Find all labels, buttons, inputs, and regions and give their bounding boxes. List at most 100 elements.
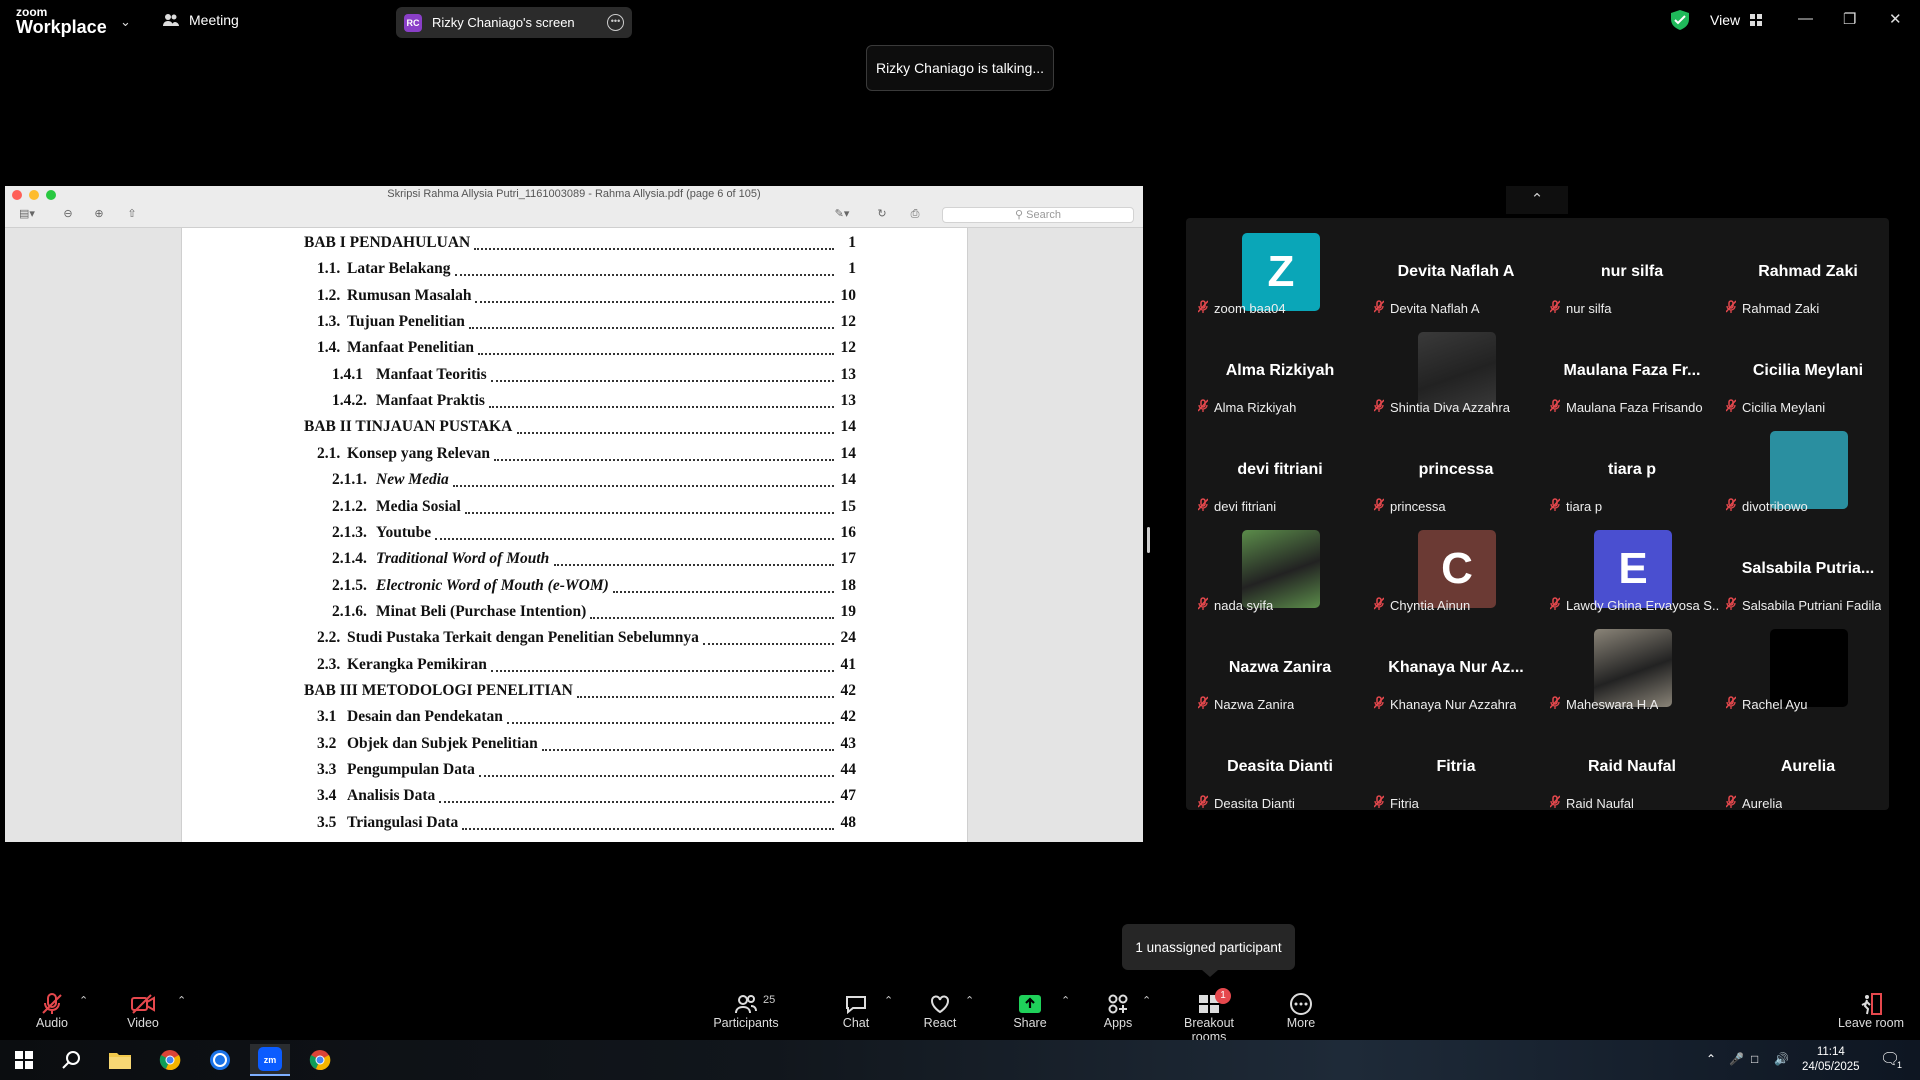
participant-tile[interactable]: nada syifa <box>1192 521 1368 620</box>
participant-tile[interactable]: Fitria Fitria <box>1368 719 1544 818</box>
mic-muted-icon <box>1198 498 1209 514</box>
taskbar-file-explorer[interactable] <box>100 1044 140 1076</box>
mic-muted-icon <box>1198 597 1209 613</box>
participant-tile[interactable]: Khanaya Nur Az... Khanaya Nur Azzahra <box>1368 620 1544 719</box>
unassigned-tooltip: 1 unassigned participant <box>1122 924 1295 977</box>
mic-muted-icon <box>1374 399 1385 415</box>
toc-number: 2.1.4. <box>332 550 367 568</box>
participant-label: Alma Rizkiyah <box>1198 399 1296 415</box>
toc-page-number: 48 <box>840 813 857 831</box>
share-options-icon[interactable]: ⌃ <box>1061 994 1070 1007</box>
shield-icon[interactable] <box>1671 10 1689 30</box>
mic-muted-icon <box>1550 696 1561 712</box>
video-button[interactable]: Video <box>125 992 161 1030</box>
participant-tile[interactable]: tiara p tiara p <box>1544 422 1720 521</box>
more-options-icon[interactable]: ••• <box>607 14 624 31</box>
taskbar-app-blue[interactable] <box>200 1044 240 1076</box>
participant-name-large: Deasita Dianti <box>1227 758 1333 775</box>
participant-tile[interactable]: Zzoom baa04 <box>1192 224 1368 323</box>
chat-button[interactable]: Chat <box>838 992 874 1030</box>
participant-tile[interactable]: C Chyntia Ainun <box>1368 521 1544 620</box>
collapse-gallery-button[interactable]: ⌃ <box>1506 186 1568 214</box>
pdf-titlebar: Skripsi Rahma Allysia Putri_1161003089 -… <box>5 186 1143 203</box>
view-button[interactable]: View <box>1710 12 1763 28</box>
screen-share-indicator[interactable]: RC Rizky Chaniago's screen ••• <box>396 7 632 38</box>
mic-muted-icon <box>1550 597 1561 613</box>
audio-button[interactable]: Audio <box>34 992 70 1030</box>
participant-tile[interactable]: Shintia Diva Azzahra <box>1368 323 1544 422</box>
chevron-down-icon[interactable]: ⌄ <box>120 14 131 30</box>
chat-options-icon[interactable]: ⌃ <box>884 994 893 1007</box>
participant-tile[interactable]: Raid Naufal Raid Naufal <box>1544 719 1720 818</box>
toc-title: Studi Pustaka Terkait dengan Penelitian … <box>347 629 699 647</box>
toc-leader <box>506 722 834 725</box>
more-button[interactable]: More <box>1283 992 1319 1030</box>
taskbar-zoom[interactable]: zm <box>250 1044 290 1076</box>
participant-label: Lawdy Ghina Ervayosa S... <box>1550 597 1720 613</box>
taskbar-clock[interactable]: 11:14 24/05/2025 <box>1802 1045 1860 1075</box>
toc-number: 2.1.1. <box>332 471 367 489</box>
windows-icon <box>15 1051 33 1069</box>
taskbar-search[interactable] <box>52 1044 92 1076</box>
mic-muted-icon <box>1550 795 1561 811</box>
share-button[interactable]: Share <box>1012 992 1048 1030</box>
minimize-icon[interactable]: — <box>1798 10 1813 27</box>
audio-options-icon[interactable]: ⌃ <box>79 994 88 1007</box>
participant-tile[interactable]: Rachel Ayu <box>1720 620 1896 719</box>
video-options-icon[interactable]: ⌃ <box>177 994 186 1007</box>
react-button[interactable]: React <box>922 992 958 1030</box>
participant-tile[interactable]: divotribowo <box>1720 422 1896 521</box>
volume-icon[interactable]: 🔊 <box>1774 1052 1789 1066</box>
toc-entry: 2.3. Kerangka Pemikiran 41 <box>182 656 969 680</box>
participant-tile[interactable]: Maheswara H.A <box>1544 620 1720 719</box>
participant-tile[interactable]: Aurelia Aurelia <box>1720 719 1896 818</box>
participants-icon <box>735 995 757 1014</box>
meeting-menu[interactable]: Meeting <box>163 12 239 28</box>
apps-button[interactable]: Apps <box>1100 992 1136 1030</box>
microphone-icon[interactable]: 🎤 <box>1729 1052 1744 1066</box>
participant-tile[interactable]: E Lawdy Ghina Ervayosa S... <box>1544 521 1720 620</box>
apps-options-icon[interactable]: ⌃ <box>1142 994 1151 1007</box>
participant-tile[interactable]: Maulana Faza Fr... Maulana Faza Frisando <box>1544 323 1720 422</box>
more-icon <box>1290 993 1312 1015</box>
taskbar-chrome[interactable] <box>150 1044 190 1076</box>
participant-name: Maheswara H.A <box>1566 696 1659 712</box>
participant-name: divotribowo <box>1742 498 1808 514</box>
participant-tile[interactable]: princessa princessa <box>1368 422 1544 521</box>
breakout-rooms-button[interactable]: Breakout rooms <box>1166 992 1252 1044</box>
participant-tile[interactable]: Deasita Dianti Deasita Dianti <box>1192 719 1368 818</box>
participant-tile[interactable]: Alma Rizkiyah Alma Rizkiyah <box>1192 323 1368 422</box>
toc-title: Objek dan Subjek Penelitian <box>347 734 538 752</box>
toc-page-number: 44 <box>840 761 857 778</box>
mic-muted-icon <box>1726 399 1737 415</box>
toc-title: Traditional Word of Mouth <box>376 550 550 568</box>
tray-chevron-icon[interactable]: ⌃ <box>1706 1052 1716 1066</box>
zoom-out-icon: ⊖ <box>63 208 73 220</box>
participant-tile[interactable]: Cicilia Meylani Cicilia Meylani <box>1720 323 1896 422</box>
toc-entry: 2.1.6. Minat Beli (Purchase Intention) 19 <box>182 603 969 627</box>
toc-leader <box>454 274 834 277</box>
react-options-icon[interactable]: ⌃ <box>965 994 974 1007</box>
participant-label: Cicilia Meylani <box>1726 399 1825 415</box>
resize-handle[interactable] <box>1147 527 1150 553</box>
chat-icon <box>846 996 866 1015</box>
pdf-toolbar: ▤▾ ⊖ ⊕ ⇧ ✎▾ ↻ ⎙ ⚲ Search <box>5 203 1143 228</box>
leave-room-button[interactable]: Leave room <box>1836 992 1906 1030</box>
participant-tile[interactable]: Devita Naflah A Devita Naflah A <box>1368 224 1544 323</box>
toc-page-number: 1 <box>848 260 856 278</box>
close-icon[interactable]: ✕ <box>1889 10 1902 28</box>
participant-name: Shintia Diva Azzahra <box>1390 399 1510 415</box>
taskbar-chrome-2[interactable] <box>300 1044 340 1076</box>
windows-start-button[interactable] <box>4 1044 44 1076</box>
toc-number: 2.1.2. <box>332 497 367 515</box>
participant-tile[interactable]: devi fitriani devi fitriani <box>1192 422 1368 521</box>
toc-leader <box>541 748 834 751</box>
restore-icon[interactable]: ❐ <box>1843 10 1856 28</box>
participant-tile[interactable]: nur silfa nur silfa <box>1544 224 1720 323</box>
participant-name-large: Rahmad Zaki <box>1758 263 1858 280</box>
participant-label: Devita Naflah A <box>1374 300 1480 316</box>
network-icon[interactable]: □ <box>1751 1052 1758 1066</box>
participant-tile[interactable]: Nazwa Zanira Nazwa Zanira <box>1192 620 1368 719</box>
participant-tile[interactable]: Salsabila Putria... Salsabila Putriani Fa… <box>1720 521 1896 620</box>
participant-tile[interactable]: Rahmad Zaki Rahmad Zaki <box>1720 224 1896 323</box>
